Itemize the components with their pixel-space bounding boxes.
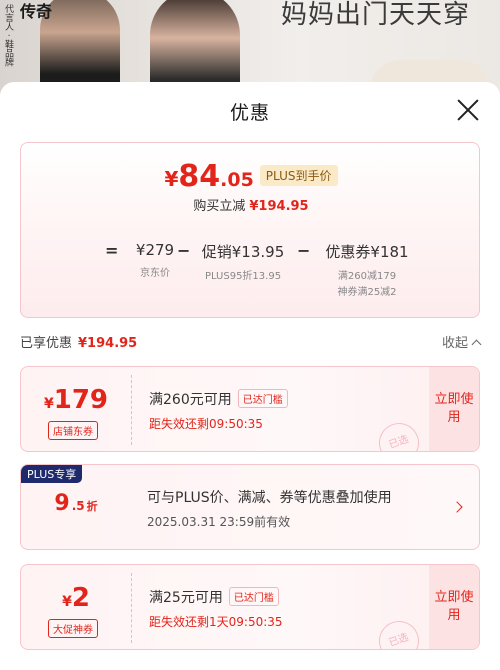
final-price-row: ¥84.05 PLUS到手价 [21,159,481,194]
price-summary: ¥84.05 PLUS到手价 购买立减 ¥194.95 = ¥279 京东价 − 促… [20,142,480,318]
minus-sign: − [177,241,191,260]
use-now-button[interactable]: 立即使用 [429,367,479,451]
promo-column: 促销¥13.95 PLUS95折13.95 [193,241,293,284]
plus-exclusive-badge: PLUS专享 [21,465,83,483]
collapse-button[interactable]: 收起 [441,332,482,351]
plus-discount-desc: 可与PLUS价、满减、券等优惠叠加使用 [147,490,392,506]
coupon-expiry-timer: 距失效还剩09:50:35 [149,417,263,431]
coupon-expiry-timer: 距失效还剩1天09:50:35 [149,615,283,629]
coupon-kind: 店铺东券 [48,421,98,440]
coupon-card[interactable]: ¥179 店铺东券 满260元可用 已达门槛 距失效还剩09:50:35 已选 立… [20,366,480,452]
coupon-condition: 满25元可用 已达门槛 [149,587,279,607]
coupon-column: 优惠券¥181 满260减179 神券满25减2 [311,241,423,300]
enjoyed-label: 已享优惠 [20,336,73,351]
selected-stamp: 已选 [373,615,425,649]
threshold-reached-tag: 已达门槛 [228,587,279,606]
price-formula: = ¥279 京东价 − 促销¥13.95 PLUS95折13.95 − 优惠券… [21,241,481,311]
coupon-value: ¥2 [62,583,90,613]
chevron-right-icon[interactable] [451,501,463,513]
enjoyed-discount: 已享优惠 ¥194.95 [20,332,137,351]
final-price: ¥84.05 [164,159,254,194]
use-now-button[interactable]: 立即使用 [429,565,479,649]
coupon-card[interactable]: ¥2 大促神券 满25元可用 已达门槛 距失效还剩1天09:50:35 已选 立即… [20,564,480,650]
coupon-label-2: 神券满25减2 [337,287,397,298]
coupon-divider [131,573,132,643]
coupon-value: ¥179 [43,385,109,415]
plus-discount-date: 2025.03.31 23:59前有效 [147,515,291,529]
banner-brand: 传奇 [20,2,53,21]
save-row: 购买立减 ¥194.95 [21,195,481,214]
chevron-up-icon [471,339,482,350]
plus-discount-card[interactable]: PLUS专享 9.5 折 可与PLUS价、满减、券等优惠叠加使用 2025.03.… [20,464,480,550]
banner-slogan: 妈妈出门天天穿 [280,0,470,30]
coupon-total-value: 优惠券¥181 [325,243,409,261]
coupon-divider [131,375,132,445]
jd-price-column: ¥279 京东价 [125,241,185,281]
minus-sign: − [297,241,311,260]
close-icon[interactable] [456,98,480,122]
coupon-condition: 满260元可用 已达门槛 [149,389,288,409]
coupon-kind: 大促神券 [48,619,98,638]
save-label: 购买立减 [193,199,246,214]
enjoyed-amount: ¥194.95 [78,336,138,351]
equals-sign: = [105,241,119,260]
jd-price-label: 京东价 [140,268,170,279]
banner-brand-vertical: 代言人 · 鞋品牌 [3,4,13,67]
save-amount: ¥194.95 [249,199,309,214]
jd-price-value: ¥279 [135,241,175,259]
plus-price-tag: PLUS到手价 [259,165,338,186]
promo-label: PLUS95折13.95 [204,271,282,282]
discount-sheet: 优惠 ¥84.05 PLUS到手价 购买立减 ¥194.95 = ¥279 京东价 … [0,82,500,670]
promo-value: 促销¥13.95 [201,243,285,261]
selected-stamp: 已选 [373,417,425,451]
collapse-label: 收起 [441,336,468,351]
threshold-reached-tag: 已达门槛 [237,389,288,408]
coupon-label-1: 满260减179 [337,271,397,282]
sheet-title: 优惠 [229,102,270,124]
plus-discount-value: 9.5 折 [54,491,98,516]
